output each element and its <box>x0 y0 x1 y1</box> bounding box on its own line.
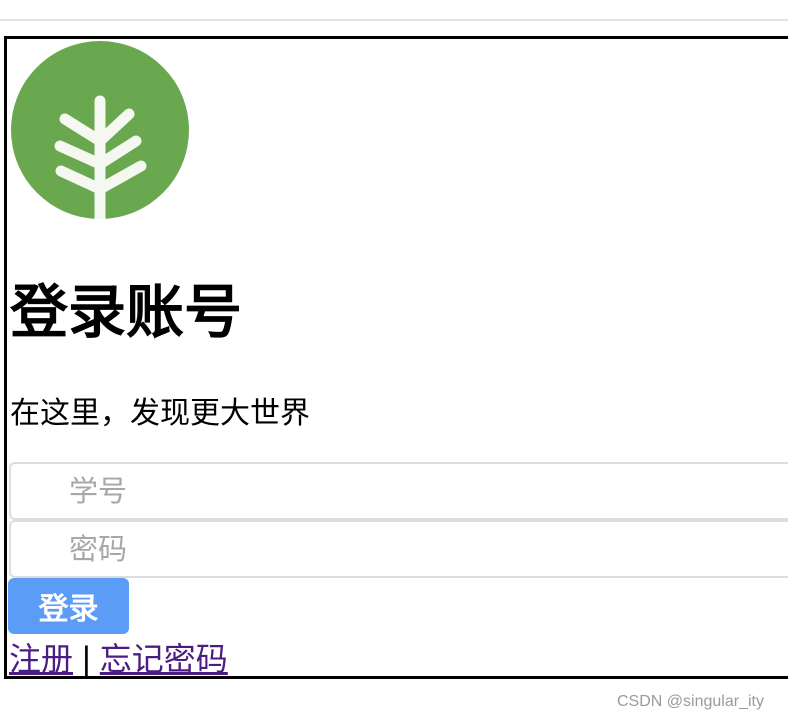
forgot-password-link[interactable]: 忘记密码 <box>100 640 228 678</box>
page-title: 登录账号 <box>10 278 243 346</box>
register-link[interactable]: 注册 <box>9 640 73 678</box>
link-separator: | <box>81 640 92 678</box>
account-links: 注册 | 忘记密码 <box>9 639 228 679</box>
page-subtitle: 在这里，发现更大世界 <box>10 396 310 431</box>
password-input[interactable] <box>9 520 788 578</box>
watermark: CSDN @singular_ity <box>617 693 764 710</box>
login-form-container: 登录账号 在这里，发现更大世界 登录 注册|忘记密码 <box>4 36 788 679</box>
top-divider <box>0 19 788 21</box>
tree-branch-icon <box>11 41 189 219</box>
student-id-input[interactable] <box>9 462 788 520</box>
login-button[interactable]: 登录 <box>8 578 129 634</box>
